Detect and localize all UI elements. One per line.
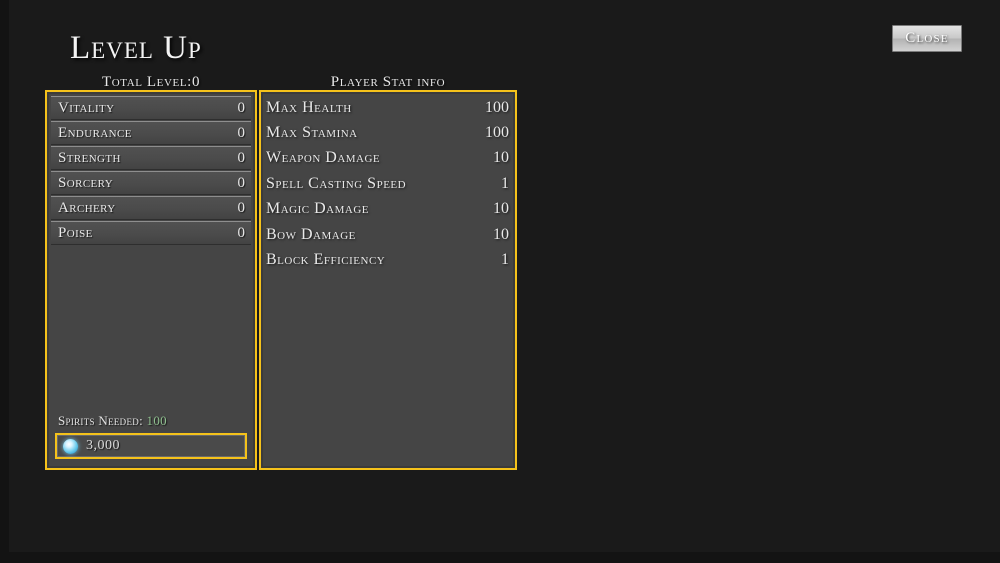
info-value: 1: [501, 174, 509, 192]
info-label: Max Stamina: [266, 124, 358, 142]
info-label: Spell Casting Speed: [266, 174, 407, 192]
info-label: Bow Damage: [266, 225, 356, 243]
stat-value: 0: [237, 174, 246, 191]
info-label: Max Health: [266, 98, 352, 116]
player-stat-list: Max Health 100 Max Stamina 100 Weapon Damage…: [266, 95, 509, 273]
stat-value: 0: [237, 199, 246, 216]
level-up-panel: Vitality 0 Endurance 0 Strength 0 Sorcery 0 Arch…: [45, 90, 257, 470]
info-label: Magic Damage: [266, 200, 370, 218]
player-stat-info-panel: Max Health 100 Max Stamina 100 Weapon Damage…: [259, 90, 517, 470]
stat-row[interactable]: Archery 0: [51, 196, 251, 220]
total-level-header: Total Level:0: [101, 74, 201, 90]
currency-amount: 3,000: [86, 438, 120, 453]
info-row: Spell Casting Speed 1: [266, 171, 509, 196]
info-value: 10: [493, 225, 509, 243]
page-title: Level Up: [70, 30, 202, 66]
stat-row[interactable]: Vitality 0: [51, 96, 251, 120]
info-label: Weapon Damage: [266, 149, 381, 167]
stat-label: Sorcery: [58, 174, 114, 191]
close-button-label: Close: [905, 30, 949, 46]
stat-row[interactable]: Sorcery 0: [51, 171, 251, 195]
player-stat-info-header: Player Stat info: [330, 74, 446, 90]
stat-value: 0: [237, 224, 246, 241]
screen-edge-left: [0, 0, 9, 563]
stat-list: Vitality 0 Endurance 0 Strength 0 Sorcery 0 Arch…: [51, 96, 251, 246]
stat-value: 0: [237, 124, 246, 141]
stat-value: 0: [237, 149, 246, 166]
info-value: 10: [493, 200, 509, 218]
info-value: 100: [485, 98, 509, 116]
spirits-needed: Spirits Needed: 100: [58, 413, 167, 429]
info-row: Max Health 100: [266, 95, 509, 120]
spirits-needed-value: 100: [146, 413, 167, 428]
currency-box: 3,000: [55, 433, 247, 459]
info-label: Block Efficiency: [266, 251, 386, 269]
info-row: Block Efficiency 1: [266, 247, 509, 272]
info-value: 1: [501, 251, 509, 269]
stat-value: 0: [237, 99, 246, 116]
stat-label: Strength: [58, 149, 121, 166]
stat-row[interactable]: Strength 0: [51, 146, 251, 170]
stat-label: Archery: [58, 199, 116, 216]
info-row: Magic Damage 10: [266, 197, 509, 222]
stat-label: Vitality: [58, 99, 115, 116]
close-button[interactable]: Close: [892, 25, 962, 52]
spirits-needed-label: Spirits Needed:: [58, 413, 143, 428]
stat-label: Endurance: [58, 124, 132, 141]
info-value: 10: [493, 149, 509, 167]
stat-label: Poise: [58, 224, 93, 241]
info-row: Weapon Damage 10: [266, 146, 509, 171]
screen-edge-bottom: [0, 552, 1000, 563]
stat-row[interactable]: Poise 0: [51, 221, 251, 245]
spirit-orb-icon: [63, 438, 78, 454]
info-row: Bow Damage 10: [266, 222, 509, 247]
stat-row[interactable]: Endurance 0: [51, 121, 251, 145]
info-row: Max Stamina 100: [266, 120, 509, 145]
game-screen: Level Up Close Total Level:0 Player Stat…: [0, 0, 1000, 563]
info-value: 100: [485, 124, 509, 142]
